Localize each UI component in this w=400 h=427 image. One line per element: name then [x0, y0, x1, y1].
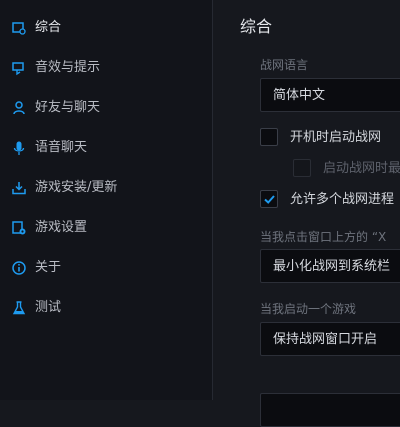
- page-title: 综合: [240, 17, 273, 36]
- multi-process-label: 允许多个战网进程: [290, 192, 395, 207]
- sidebar-item-install[interactable]: 游戏安装/更新: [0, 168, 212, 208]
- startup-minimized-checkbox-row: 启动战网时最: [293, 159, 400, 181]
- sidebar-item-label: 测试: [35, 300, 62, 315]
- sidebar-item-friends[interactable]: 好友与聊天: [0, 88, 212, 128]
- friends-icon: [11, 100, 27, 116]
- startup-label: 开机时启动战网: [290, 130, 382, 145]
- sidebar-item-voice[interactable]: 语音聊天: [0, 128, 212, 168]
- sidebar-item-label: 音效与提示: [35, 60, 101, 75]
- launch-behavior-label: 当我启动一个游戏: [260, 302, 357, 316]
- sidebar-item-label: 游戏安装/更新: [35, 180, 118, 195]
- startup-minimized-label: 启动战网时最: [323, 161, 400, 176]
- settings-sidebar: 综合 音效与提示 好友与聊天 语音聊天 游戏安装/更新 游戏设置 关于 测试: [0, 0, 213, 400]
- close-behavior-value: 最小化战网到系统栏: [273, 259, 391, 274]
- speaker-icon: [11, 60, 27, 76]
- sidebar-item-label: 综合: [35, 20, 62, 35]
- startup-minimized-checkbox: [293, 159, 311, 177]
- multi-process-checkbox[interactable]: [260, 190, 278, 208]
- sidebar-item-general[interactable]: 综合: [0, 8, 212, 48]
- settings-content: 综合 战网语言 简体中文 开机时启动战网 启动战网时最 允许多个战网进程 当我点…: [213, 0, 400, 427]
- language-select[interactable]: 简体中文: [260, 78, 400, 112]
- sidebar-item-label: 好友与聊天: [35, 100, 101, 115]
- microphone-icon: [11, 140, 27, 156]
- download-icon: [11, 180, 27, 196]
- close-behavior-select[interactable]: 最小化战网到系统栏: [260, 249, 400, 283]
- next-setting-select[interactable]: [260, 393, 400, 427]
- multi-process-checkbox-row[interactable]: 允许多个战网进程: [260, 190, 400, 212]
- sidebar-item-sound[interactable]: 音效与提示: [0, 48, 212, 88]
- checkmark-icon: [264, 195, 275, 204]
- launch-behavior-select[interactable]: 保持战网窗口开启: [260, 322, 400, 356]
- language-label: 战网语言: [260, 58, 309, 72]
- sidebar-item-label: 语音聊天: [35, 140, 88, 155]
- gear-doc-icon: [11, 220, 27, 236]
- settings-window-icon: [11, 20, 27, 36]
- language-value: 简体中文: [273, 88, 326, 103]
- info-icon: [11, 260, 27, 276]
- startup-checkbox[interactable]: [260, 128, 278, 146]
- sidebar-item-game-settings[interactable]: 游戏设置: [0, 208, 212, 248]
- sidebar-item-about[interactable]: 关于: [0, 248, 212, 288]
- sidebar-item-label: 游戏设置: [35, 220, 88, 235]
- close-behavior-label: 当我点击窗口上方的 “X: [260, 230, 387, 244]
- sidebar-item-test[interactable]: 测试: [0, 288, 212, 328]
- startup-checkbox-row[interactable]: 开机时启动战网: [260, 128, 400, 150]
- launch-behavior-value: 保持战网窗口开启: [273, 332, 378, 347]
- flask-icon: [11, 300, 27, 316]
- sidebar-item-label: 关于: [35, 260, 62, 275]
